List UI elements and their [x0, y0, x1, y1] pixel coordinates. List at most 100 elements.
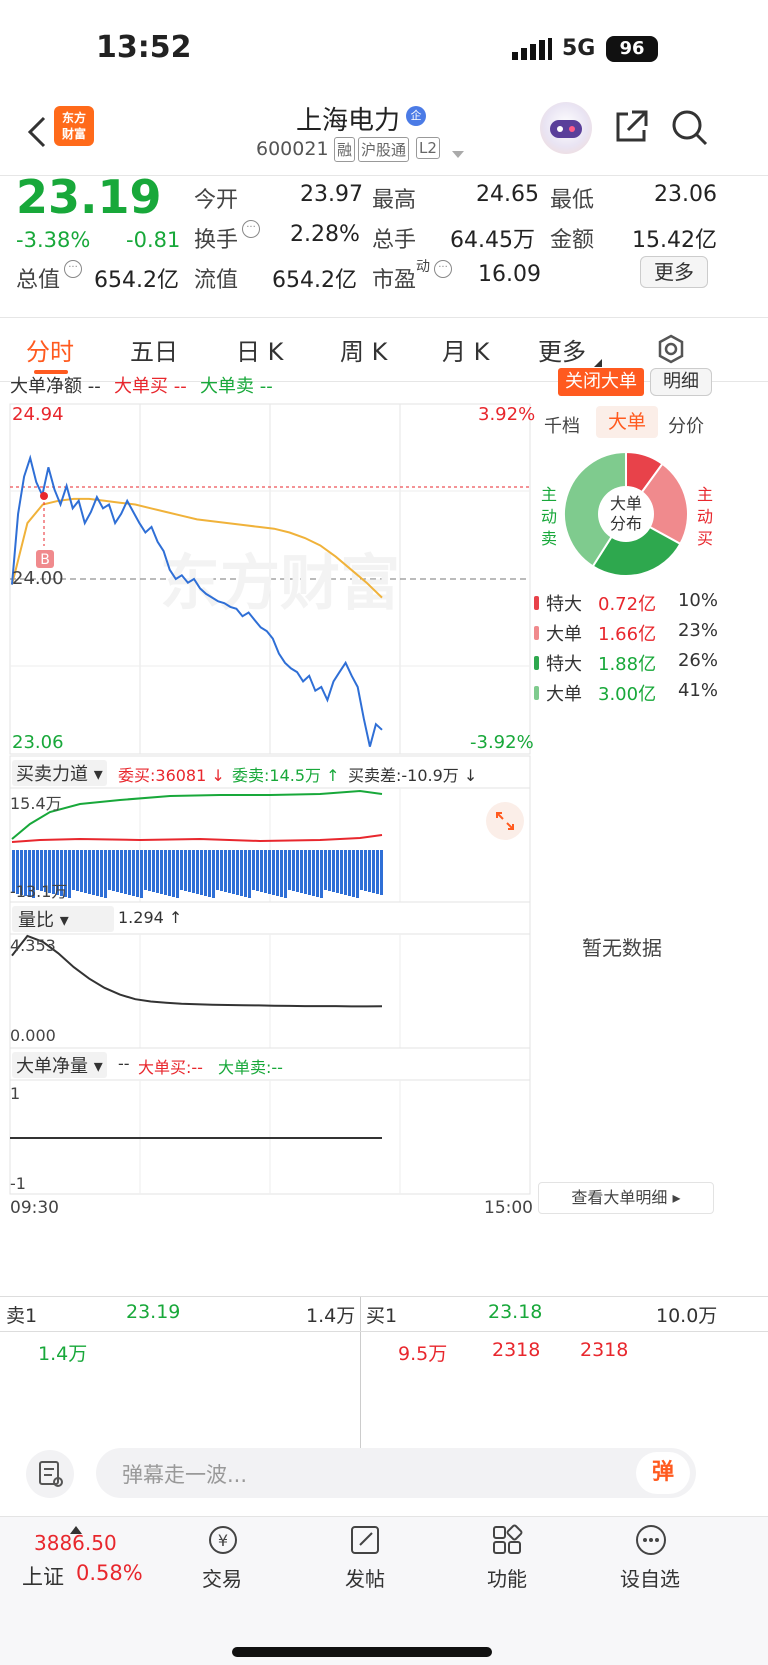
back-icon[interactable] — [22, 112, 52, 152]
force-bar — [332, 850, 335, 892]
force-bar — [264, 850, 267, 893]
force-selector[interactable]: 买卖力道 ▾ — [12, 760, 107, 786]
force-bar — [348, 850, 351, 896]
force-bar — [240, 850, 243, 896]
volume-value: 64.45万 — [450, 228, 535, 253]
index-change[interactable]: 0.58% — [76, 1561, 143, 1585]
side-tab-big-order[interactable]: 大单 — [596, 406, 658, 438]
notes-icon[interactable] — [26, 1450, 74, 1498]
ask1-volume: 1.4万 — [306, 1305, 356, 1327]
force-top-label: 15.4万 — [10, 794, 62, 813]
active-buy-char: 动 — [696, 507, 713, 526]
settings-gear-icon[interactable] — [656, 334, 686, 364]
order-book: 卖1 23.19 1.4万 买1 23.18 10.0万 1.4万 9.5万 2… — [0, 1296, 768, 1453]
tag-level2: L2 — [416, 137, 440, 159]
danmu-bar: 弹幕走一波... 弹 — [0, 1448, 768, 1516]
tab-daily-k[interactable]: 日 K — [236, 332, 283, 367]
high-label: 最高 — [372, 188, 417, 213]
ratio-value: 1.294 ↑ — [118, 908, 183, 927]
force-bar — [156, 850, 159, 893]
net-volume-selector-label: 大单净量 — [16, 1056, 88, 1077]
expand-icon[interactable] — [486, 802, 524, 840]
force-bar — [128, 850, 131, 895]
index-value[interactable]: 3886.50 — [34, 1531, 117, 1555]
post-icon[interactable] — [348, 1523, 382, 1557]
functions-label[interactable]: 功能 — [487, 1563, 527, 1592]
force-bar — [212, 850, 215, 898]
legend-value: 1.88亿 — [598, 654, 657, 675]
danmu-toggle-button[interactable]: 弹 — [636, 1452, 690, 1494]
ask1-price[interactable]: 23.19 — [126, 1301, 180, 1323]
low-label: 最低 — [550, 188, 595, 213]
ratio-selector[interactable]: 量比 ▾ — [12, 906, 114, 932]
legend-name: 特大 — [546, 654, 582, 675]
tag-connect: 沪股通 — [358, 137, 410, 162]
more-button[interactable]: 更多 — [640, 256, 708, 288]
force-bar — [68, 850, 71, 898]
force-bar — [196, 850, 199, 894]
functions-icon[interactable] — [490, 1523, 524, 1557]
pie-legend: 特大 0.72亿 10% 大单 1.66亿 23% 特大 1.88亿 26% 大单 3.00亿… — [534, 588, 724, 708]
info-icon[interactable]: ··· — [64, 260, 82, 278]
pct-top-label: 3.92% — [478, 404, 536, 425]
danmu-placeholder: 弹幕走一波... — [122, 1463, 248, 1487]
force-bar — [272, 850, 275, 895]
active-buy-char: 主 — [696, 485, 713, 504]
force-bar — [308, 850, 311, 895]
bid1-price[interactable]: 23.18 — [488, 1301, 542, 1323]
force-bar — [364, 850, 367, 891]
float-value: 654.2亿 — [272, 268, 357, 293]
tab-weekly-k[interactable]: 周 K — [340, 332, 387, 367]
trade-icon[interactable]: ¥ — [204, 1523, 242, 1557]
ask-volume: 委卖:14.5万 ↑ — [232, 766, 340, 785]
intraday-chart-area: 大单净额 -- 大单买 -- 大单卖 -- 关闭大单 明细 东方财富 B 24.… — [0, 368, 768, 1296]
chevron-down-icon[interactable] — [452, 144, 464, 158]
force-bar — [248, 850, 251, 898]
side-tab-levels[interactable]: 千档 — [544, 412, 580, 438]
legend-pct: 41% — [677, 680, 718, 701]
pie-center-line2: 分布 — [609, 514, 642, 533]
force-bar — [124, 850, 127, 894]
total-value-label: 总值 — [16, 268, 61, 293]
force-bars — [12, 850, 383, 898]
side-tab-price-dist[interactable]: 分价 — [668, 412, 704, 438]
search-icon[interactable] — [670, 108, 710, 148]
home-indicator — [232, 1647, 492, 1657]
tab-more[interactable]: 更多 — [538, 332, 586, 367]
volume-ratio-line — [11, 934, 383, 1008]
battery-icon: 96 — [606, 36, 658, 62]
post-label[interactable]: 发帖 — [345, 1563, 385, 1592]
bid1-label: 买1 — [366, 1305, 398, 1327]
info-icon[interactable]: ··· — [434, 260, 452, 278]
force-bar — [352, 850, 355, 897]
view-big-order-detail-button[interactable]: 查看大单明细 ▸ — [538, 1182, 714, 1214]
tab-five-day[interactable]: 五日 — [130, 332, 178, 367]
force-bar — [160, 850, 163, 894]
share-icon[interactable] — [612, 108, 650, 146]
force-bar — [204, 850, 207, 896]
watchlist-icon[interactable] — [634, 1523, 668, 1557]
bid-detail-1: 9.5万 — [398, 1343, 448, 1365]
watchlist-label[interactable]: 设自选 — [620, 1563, 680, 1592]
time-end: 15:00 — [484, 1198, 533, 1218]
tab-intraday[interactable]: 分时 — [26, 332, 74, 367]
force-bar — [88, 850, 91, 894]
bid-detail-2: 2318 — [492, 1339, 541, 1361]
tab-monthly-k[interactable]: 月 K — [442, 332, 489, 367]
trade-label[interactable]: 交易 — [202, 1563, 242, 1592]
caret-icon — [594, 352, 602, 367]
triangle-up-icon — [70, 1519, 82, 1534]
danmu-input[interactable]: 弹幕走一波... 弹 — [96, 1448, 696, 1498]
bid-ask-diff: 买卖差:-10.9万 ↓ — [348, 766, 478, 785]
pe-label: 市盈 — [372, 268, 417, 293]
net-volume-selector[interactable]: 大单净量 ▾ — [12, 1052, 107, 1078]
app-logo-icon[interactable]: 东方 财富 — [54, 106, 94, 146]
force-selector-label: 买卖力道 — [16, 764, 88, 785]
bid-detail-3: 2318 — [580, 1339, 629, 1361]
force-bar — [256, 850, 259, 891]
robot-avatar[interactable] — [540, 102, 592, 154]
info-icon[interactable]: ··· — [242, 220, 260, 238]
force-bar — [376, 850, 379, 894]
index-name[interactable]: 上证 — [22, 1561, 64, 1591]
active-buy-char: 买 — [696, 529, 713, 548]
